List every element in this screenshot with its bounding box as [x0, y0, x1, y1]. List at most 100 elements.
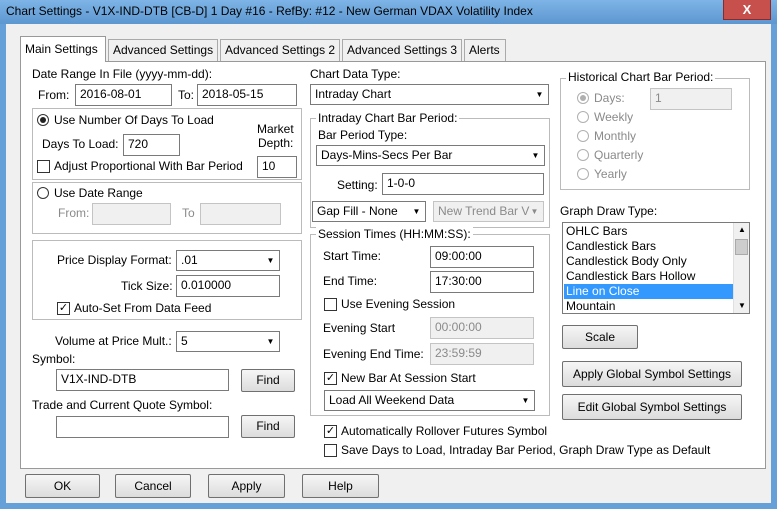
days-to-load-field[interactable]: 720	[123, 134, 180, 156]
apply-global-symbol-settings-button[interactable]: Apply Global Symbol Settings	[562, 361, 742, 387]
use-days-radio[interactable]	[37, 114, 49, 126]
tab-alerts[interactable]: Alerts	[464, 39, 506, 61]
help-button[interactable]: Help	[302, 474, 379, 498]
new-bar-label: New Bar At Session Start	[341, 371, 476, 385]
end-time-field[interactable]: 17:30:00	[430, 271, 534, 293]
intraday-bar-period-label: Intraday Chart Bar Period:	[316, 111, 460, 125]
date-range-from-field[interactable]	[92, 203, 171, 225]
list-item-selected[interactable]: Line on Close	[564, 284, 734, 299]
end-time-label: End Time:	[323, 274, 378, 288]
list-item[interactable]: Mountain	[564, 299, 734, 313]
evening-session-checkbox[interactable]	[324, 298, 337, 311]
window-title: Chart Settings - V1X-IND-DTB [CB-D] 1 Da…	[6, 4, 533, 18]
rollover-checkbox[interactable]: ✓	[324, 425, 337, 438]
setting-label: Setting:	[337, 178, 378, 192]
evening-end-field[interactable]: 23:59:59	[430, 343, 534, 365]
tick-size-field[interactable]: 0.010000	[176, 275, 280, 297]
save-default-checkbox[interactable]	[324, 444, 337, 457]
from-date-field[interactable]: 2016-08-01	[75, 84, 172, 106]
volume-mult-select[interactable]: 5 ▼	[176, 331, 280, 352]
trade-symbol-label: Trade and Current Quote Symbol:	[32, 398, 213, 412]
edit-global-symbol-settings-button[interactable]: Edit Global Symbol Settings	[562, 394, 742, 420]
gap-fill-select[interactable]: Gap Fill - None ▼	[312, 201, 426, 222]
chevron-down-icon: ▼	[530, 207, 539, 216]
chevron-down-icon: ▼	[266, 256, 275, 265]
scroll-down-icon[interactable]: ▼	[735, 299, 749, 313]
scroll-thumb[interactable]	[735, 239, 748, 255]
bar-period-type-value: Days-Mins-Secs Per Bar	[321, 148, 453, 162]
rollover-label: Automatically Rollover Futures Symbol	[341, 424, 548, 438]
evening-start-label: Evening Start	[323, 321, 396, 335]
days-radio[interactable]	[577, 92, 589, 104]
trade-symbol-field[interactable]	[56, 416, 229, 438]
market-depth-label-2: Depth:	[258, 136, 294, 150]
to-date-field[interactable]: 2018-05-15	[197, 84, 297, 106]
graph-draw-type-list[interactable]: OHLC Bars Candlestick Bars Candlestick B…	[562, 222, 750, 314]
days-radio-label: Days:	[594, 91, 625, 105]
scale-button[interactable]: Scale	[562, 325, 638, 349]
use-date-range-label: Use Date Range	[54, 186, 143, 200]
scroll-up-icon[interactable]: ▲	[735, 223, 749, 237]
from-label: From:	[38, 88, 70, 102]
bar-period-type-label: Bar Period Type:	[318, 128, 408, 142]
new-bar-checkbox[interactable]: ✓	[324, 372, 337, 385]
weekly-radio[interactable]	[577, 111, 589, 123]
tick-size-label: Tick Size:	[121, 279, 173, 293]
list-item[interactable]: Candlestick Bars Hollow	[564, 269, 734, 284]
volume-mult-label: Volume at Price Mult.:	[55, 334, 172, 348]
evening-session-label: Use Evening Session	[341, 297, 456, 311]
close-button[interactable]: X	[723, 0, 771, 20]
apply-button[interactable]: Apply	[208, 474, 285, 498]
weekend-data-select[interactable]: Load All Weekend Data ▼	[324, 390, 535, 411]
chevron-down-icon: ▼	[412, 207, 421, 216]
tab-advanced-settings-3[interactable]: Advanced Settings 3	[342, 39, 462, 61]
bar-period-type-select[interactable]: Days-Mins-Secs Per Bar ▼	[316, 145, 545, 166]
new-trend-bar-value: New Trend Bar V	[438, 204, 530, 218]
historical-bar-period-label: Historical Chart Bar Period:	[566, 70, 716, 84]
date-range-to-field[interactable]	[200, 203, 281, 225]
list-item[interactable]: Candlestick Bars	[564, 239, 734, 254]
evening-start-field[interactable]: 00:00:00	[430, 317, 534, 339]
use-date-range-radio[interactable]	[37, 187, 49, 199]
list-item[interactable]: Candlestick Body Only	[564, 254, 734, 269]
adjust-proportional-checkbox[interactable]	[37, 160, 50, 173]
date-range-label: Date Range In File (yyyy-mm-dd):	[32, 67, 213, 81]
find-symbol-button[interactable]: Find	[241, 369, 295, 392]
price-format-label: Price Display Format:	[57, 253, 172, 267]
start-time-field[interactable]: 09:00:00	[430, 246, 534, 268]
setting-field[interactable]: 1-0-0	[382, 173, 544, 195]
tab-advanced-settings[interactable]: Advanced Settings	[108, 39, 218, 61]
autoset-label: Auto-Set From Data Feed	[74, 301, 212, 315]
chevron-down-icon: ▼	[531, 151, 540, 160]
tab-advanced-settings-2[interactable]: Advanced Settings 2	[220, 39, 340, 61]
yearly-radio-label: Yearly	[594, 167, 627, 181]
symbol-field[interactable]: V1X-IND-DTB	[56, 369, 229, 391]
chart-data-type-label: Chart Data Type:	[310, 67, 401, 81]
price-format-select[interactable]: .01 ▼	[176, 250, 280, 271]
chart-data-type-select[interactable]: Intraday Chart ▼	[310, 84, 549, 105]
yearly-radio[interactable]	[577, 168, 589, 180]
use-days-label: Use Number Of Days To Load	[54, 113, 214, 127]
chevron-down-icon: ▼	[521, 396, 530, 405]
cancel-button[interactable]: Cancel	[115, 474, 191, 498]
market-depth-field[interactable]: 10	[257, 156, 297, 178]
find-trade-symbol-button[interactable]: Find	[241, 415, 295, 438]
tab-main-settings[interactable]: Main Settings	[20, 36, 106, 62]
autoset-checkbox[interactable]: ✓	[57, 302, 70, 315]
save-default-label: Save Days to Load, Intraday Bar Period, …	[341, 443, 711, 457]
adjust-proportional-label: Adjust Proportional With Bar Period	[54, 159, 243, 173]
list-item[interactable]: OHLC Bars	[564, 224, 734, 239]
ok-button[interactable]: OK	[25, 474, 100, 498]
monthly-radio[interactable]	[577, 130, 589, 142]
historical-days-field[interactable]: 1	[650, 88, 732, 110]
chevron-down-icon: ▼	[266, 337, 275, 346]
quarterly-radio[interactable]	[577, 149, 589, 161]
to-label: To:	[178, 88, 195, 102]
new-trend-bar-select[interactable]: New Trend Bar V ▼	[433, 201, 544, 222]
date-range-to-label: To	[182, 206, 195, 220]
list-scrollbar[interactable]: ▲ ▼	[733, 223, 749, 313]
date-range-from-label: From:	[58, 206, 90, 220]
monthly-radio-label: Monthly	[594, 129, 637, 143]
title-bar[interactable]: Chart Settings - V1X-IND-DTB [CB-D] 1 Da…	[0, 0, 777, 24]
weekend-data-value: Load All Weekend Data	[329, 393, 455, 407]
